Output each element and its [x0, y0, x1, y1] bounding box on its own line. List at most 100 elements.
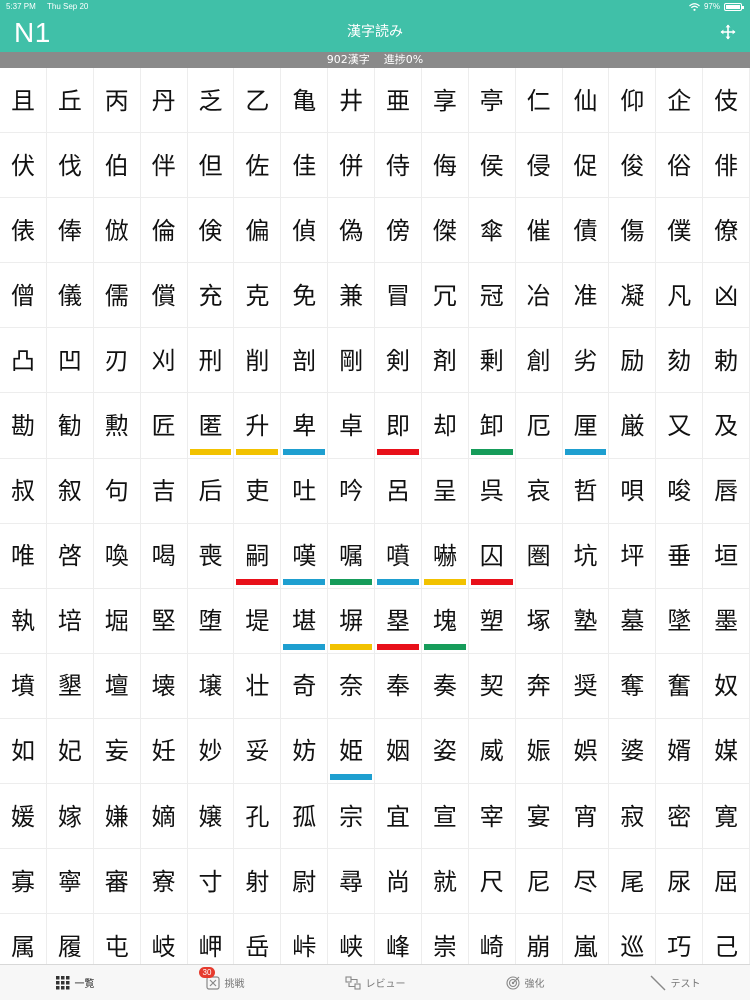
kanji-cell[interactable]: 寂: [609, 784, 657, 850]
kanji-cell[interactable]: 佐: [234, 133, 282, 199]
kanji-cell[interactable]: 啓: [46, 523, 94, 589]
kanji-cell[interactable]: 奪: [609, 653, 657, 719]
kanji-cell[interactable]: 就: [421, 849, 469, 915]
kanji-cell[interactable]: 嚇: [421, 523, 469, 589]
kanji-cell[interactable]: 峰: [375, 914, 422, 964]
kanji-cell[interactable]: 叙: [46, 458, 94, 524]
kanji-cell[interactable]: 岐: [141, 914, 188, 964]
kanji-cell[interactable]: 坪: [609, 523, 657, 589]
kanji-cell[interactable]: 勘: [0, 393, 47, 459]
kanji-cell[interactable]: 岳: [234, 914, 282, 964]
tab-pencil[interactable]: テスト: [600, 965, 750, 1000]
kanji-cell[interactable]: 尺: [468, 849, 516, 915]
kanji-cell[interactable]: 厳: [609, 393, 657, 459]
kanji-cell[interactable]: 堤: [234, 588, 282, 654]
kanji-cell[interactable]: 削: [234, 328, 282, 394]
kanji-cell[interactable]: 囚: [468, 523, 516, 589]
kanji-cell[interactable]: 尋: [328, 849, 375, 915]
kanji-cell[interactable]: 伐: [46, 133, 94, 199]
kanji-cell[interactable]: 塾: [562, 588, 610, 654]
kanji-cell[interactable]: 塊: [421, 588, 469, 654]
kanji-cell[interactable]: 哀: [515, 458, 563, 524]
kanji-cell[interactable]: 俳: [703, 133, 750, 199]
kanji-cell[interactable]: 巡: [609, 914, 657, 964]
kanji-cell[interactable]: 寮: [140, 849, 188, 915]
kanji-cell[interactable]: 塑: [468, 588, 516, 654]
kanji-cell[interactable]: 妄: [93, 718, 141, 785]
kanji-cell[interactable]: 刃: [93, 328, 141, 394]
kanji-cell[interactable]: 乏: [187, 68, 235, 134]
kanji-cell[interactable]: 冒: [375, 263, 422, 329]
kanji-cell[interactable]: 尽: [562, 849, 610, 915]
kanji-cell[interactable]: 崇: [422, 914, 469, 964]
kanji-cell[interactable]: 傷: [609, 198, 657, 264]
kanji-cell[interactable]: 僕: [656, 198, 704, 264]
kanji-cell[interactable]: 厘: [562, 393, 610, 459]
kanji-cell[interactable]: 姿: [421, 718, 469, 785]
kanji-cell[interactable]: 劣: [562, 328, 610, 394]
kanji-cell[interactable]: 卸: [468, 393, 516, 459]
kanji-cell[interactable]: 嘱: [328, 523, 375, 589]
kanji-cell[interactable]: 倫: [140, 198, 188, 264]
kanji-cell[interactable]: 嫁: [46, 784, 94, 850]
kanji-cell[interactable]: 己: [703, 914, 750, 964]
kanji-cell[interactable]: 凸: [0, 328, 47, 394]
kanji-cell[interactable]: 剤: [421, 328, 469, 394]
kanji-cell[interactable]: 勲: [93, 393, 141, 459]
kanji-cell[interactable]: 塀: [328, 588, 375, 654]
kanji-cell[interactable]: 密: [656, 784, 704, 850]
kanji-cell[interactable]: 唄: [609, 458, 657, 524]
kanji-cell[interactable]: 壌: [187, 653, 235, 719]
kanji-cell[interactable]: 匠: [140, 393, 188, 459]
kanji-cell[interactable]: 尚: [375, 849, 422, 915]
kanji-cell[interactable]: 奨: [562, 653, 610, 719]
kanji-cell[interactable]: 妊: [140, 718, 188, 785]
kanji-cell[interactable]: 伴: [140, 133, 188, 199]
kanji-cell[interactable]: 嵐: [563, 914, 610, 964]
kanji-cell[interactable]: 嗣: [234, 523, 282, 589]
kanji-cell[interactable]: 寧: [46, 849, 94, 915]
kanji-cell[interactable]: 奉: [375, 653, 422, 719]
kanji-cell[interactable]: 准: [562, 263, 610, 329]
kanji-cell[interactable]: 仙: [562, 68, 610, 134]
kanji-cell[interactable]: 履: [47, 914, 94, 964]
kanji-cell[interactable]: 垂: [656, 523, 704, 589]
kanji-cell[interactable]: 又: [656, 393, 704, 459]
kanji-cell[interactable]: 奇: [281, 653, 329, 719]
kanji-cell[interactable]: 企: [656, 68, 704, 134]
kanji-cell[interactable]: 唯: [0, 523, 47, 589]
kanji-cell[interactable]: 峠: [281, 914, 329, 964]
kanji-cell[interactable]: 奏: [421, 653, 469, 719]
kanji-cell[interactable]: 勅: [703, 328, 750, 394]
kanji-cell[interactable]: 丘: [46, 68, 94, 134]
kanji-cell[interactable]: 呂: [375, 458, 422, 524]
kanji-cell[interactable]: 俗: [656, 133, 704, 199]
kanji-cell[interactable]: 奴: [703, 653, 750, 719]
kanji-cell[interactable]: 尉: [281, 849, 329, 915]
kanji-cell[interactable]: 寡: [0, 849, 47, 915]
kanji-cell[interactable]: 坑: [562, 523, 610, 589]
kanji-cell[interactable]: 喚: [93, 523, 141, 589]
kanji-cell[interactable]: 升: [234, 393, 282, 459]
kanji-cell[interactable]: 姻: [375, 718, 422, 785]
kanji-cell[interactable]: 冠: [468, 263, 516, 329]
kanji-cell[interactable]: 巧: [656, 914, 704, 964]
kanji-cell[interactable]: 唇: [703, 458, 750, 524]
kanji-cell[interactable]: 剣: [375, 328, 422, 394]
kanji-cell[interactable]: 妨: [281, 718, 329, 785]
kanji-cell[interactable]: 井: [328, 68, 375, 134]
kanji-cell[interactable]: 宜: [375, 784, 422, 850]
kanji-cell[interactable]: 契: [468, 653, 516, 719]
kanji-cell[interactable]: 倹: [187, 198, 235, 264]
kanji-cell[interactable]: 堕: [187, 588, 235, 654]
kanji-cell[interactable]: 剰: [468, 328, 516, 394]
kanji-cell[interactable]: 勧: [46, 393, 94, 459]
kanji-cell[interactable]: 且: [0, 68, 47, 134]
kanji-cell[interactable]: 凡: [656, 263, 704, 329]
kanji-cell[interactable]: 促: [562, 133, 610, 199]
kanji-cell[interactable]: 亀: [281, 68, 329, 134]
kanji-cell[interactable]: 償: [140, 263, 188, 329]
kanji-cell[interactable]: 屯: [94, 914, 141, 964]
kanji-cell[interactable]: 傍: [375, 198, 422, 264]
kanji-cell[interactable]: 剛: [328, 328, 375, 394]
